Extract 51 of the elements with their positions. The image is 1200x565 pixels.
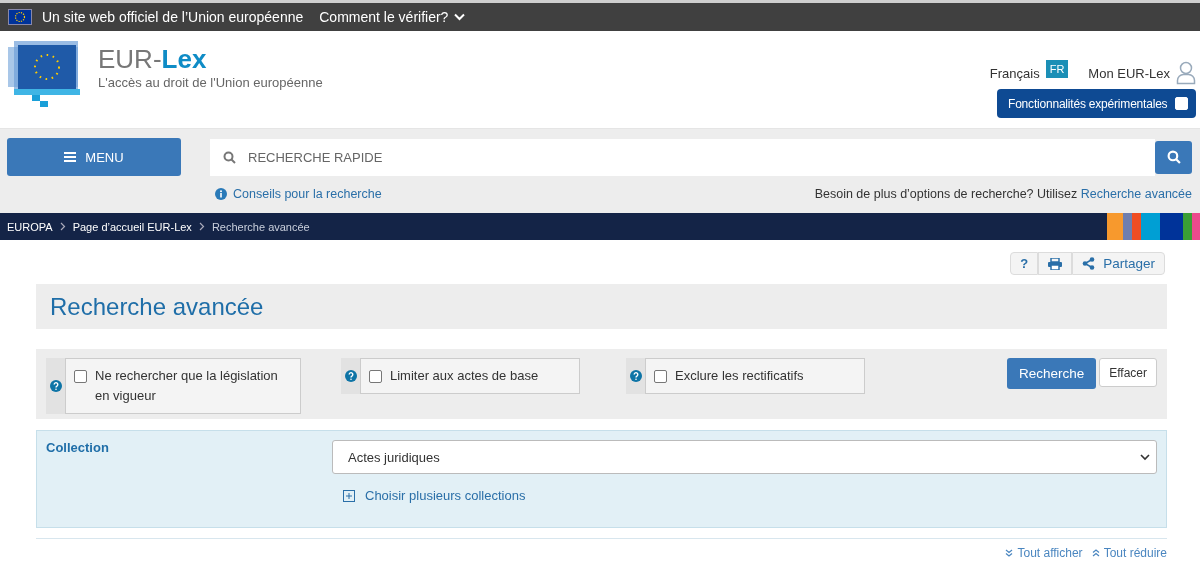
checkbox[interactable] — [74, 370, 87, 383]
toggle-all-link[interactable]: Tout afficher — [1005, 546, 1083, 560]
collection-label: Collection — [46, 440, 110, 457]
plus-square-icon[interactable] — [343, 489, 355, 502]
share-icon — [1082, 257, 1096, 270]
menu-icon — [64, 152, 77, 162]
page-title: Recherche avancée — [36, 284, 1167, 329]
help-icon[interactable] — [629, 370, 642, 382]
info-icon — [215, 188, 227, 200]
chevron-right-icon — [59, 222, 66, 231]
menu-button[interactable]: MENU — [7, 138, 181, 176]
advanced-search-link[interactable]: Recherche avancée — [1080, 187, 1192, 201]
search-button[interactable] — [1155, 140, 1192, 174]
eu-flag-icon — [8, 9, 32, 25]
double-chevron-down-icon — [1005, 549, 1014, 557]
print-button[interactable] — [1038, 252, 1073, 275]
breadcrumb-item[interactable]: Page d’accueil EUR-Lex — [72, 220, 192, 233]
option-checkbox[interactable]: Ne rechercher que la législation en vigueur — [65, 358, 301, 414]
user-icon[interactable] — [1176, 61, 1196, 85]
print-icon — [1048, 257, 1063, 270]
checkbox[interactable] — [369, 370, 382, 383]
account-link[interactable]: Mon EUR-Lex — [1088, 65, 1170, 81]
search-tips-link[interactable]: Conseils pour la recherche — [233, 187, 382, 201]
breadcrumb-current: Recherche avancée — [211, 220, 310, 233]
chevron-right-icon — [198, 222, 205, 231]
double-chevron-up-icon — [1091, 549, 1100, 557]
breadcrumb-item[interactable]: EUROPA — [7, 220, 53, 233]
help-icon[interactable] — [49, 380, 62, 392]
option-checkbox[interactable]: Exclure les rectificatifs — [645, 358, 865, 394]
chevron-down-icon — [1140, 453, 1150, 461]
language-code-badge[interactable]: FR — [1045, 60, 1069, 78]
share-button[interactable]: Partager — [1072, 252, 1165, 275]
collection-select[interactable]: Actes juridiques — [332, 440, 1157, 474]
toggle-all-link[interactable]: Tout réduire — [1091, 546, 1167, 560]
clear-button[interactable]: Effacer — [1099, 358, 1157, 387]
multiple-collections-link[interactable]: Choisir plusieurs collections — [365, 488, 526, 503]
search-icon — [1166, 150, 1181, 164]
site-tagline: L'accès au droit de l'Union européenne — [98, 75, 323, 90]
option-checkbox[interactable]: Limiter aux actes de base — [360, 358, 580, 394]
verify-link[interactable]: Comment le vérifier? — [319, 9, 466, 25]
chevron-down-icon — [454, 13, 466, 21]
advanced-search-prompt: Besoin de plus d’options de recherche? Utilisez — [814, 187, 1078, 201]
eu-banner-text: Un site web officiel de l’Union européenne — [42, 9, 304, 25]
experimental-features-toggle[interactable]: Fonctionnalités expérimentales — [997, 89, 1196, 118]
help-icon[interactable] — [344, 370, 357, 382]
checkbox[interactable] — [654, 370, 667, 383]
search-icon — [223, 150, 236, 164]
site-logo-text[interactable]: EUR-Lex — [98, 45, 323, 73]
language-selector[interactable]: Français — [989, 65, 1040, 81]
help-button[interactable]: ? — [1010, 252, 1039, 275]
search-submit-button[interactable]: Recherche — [1006, 358, 1097, 389]
